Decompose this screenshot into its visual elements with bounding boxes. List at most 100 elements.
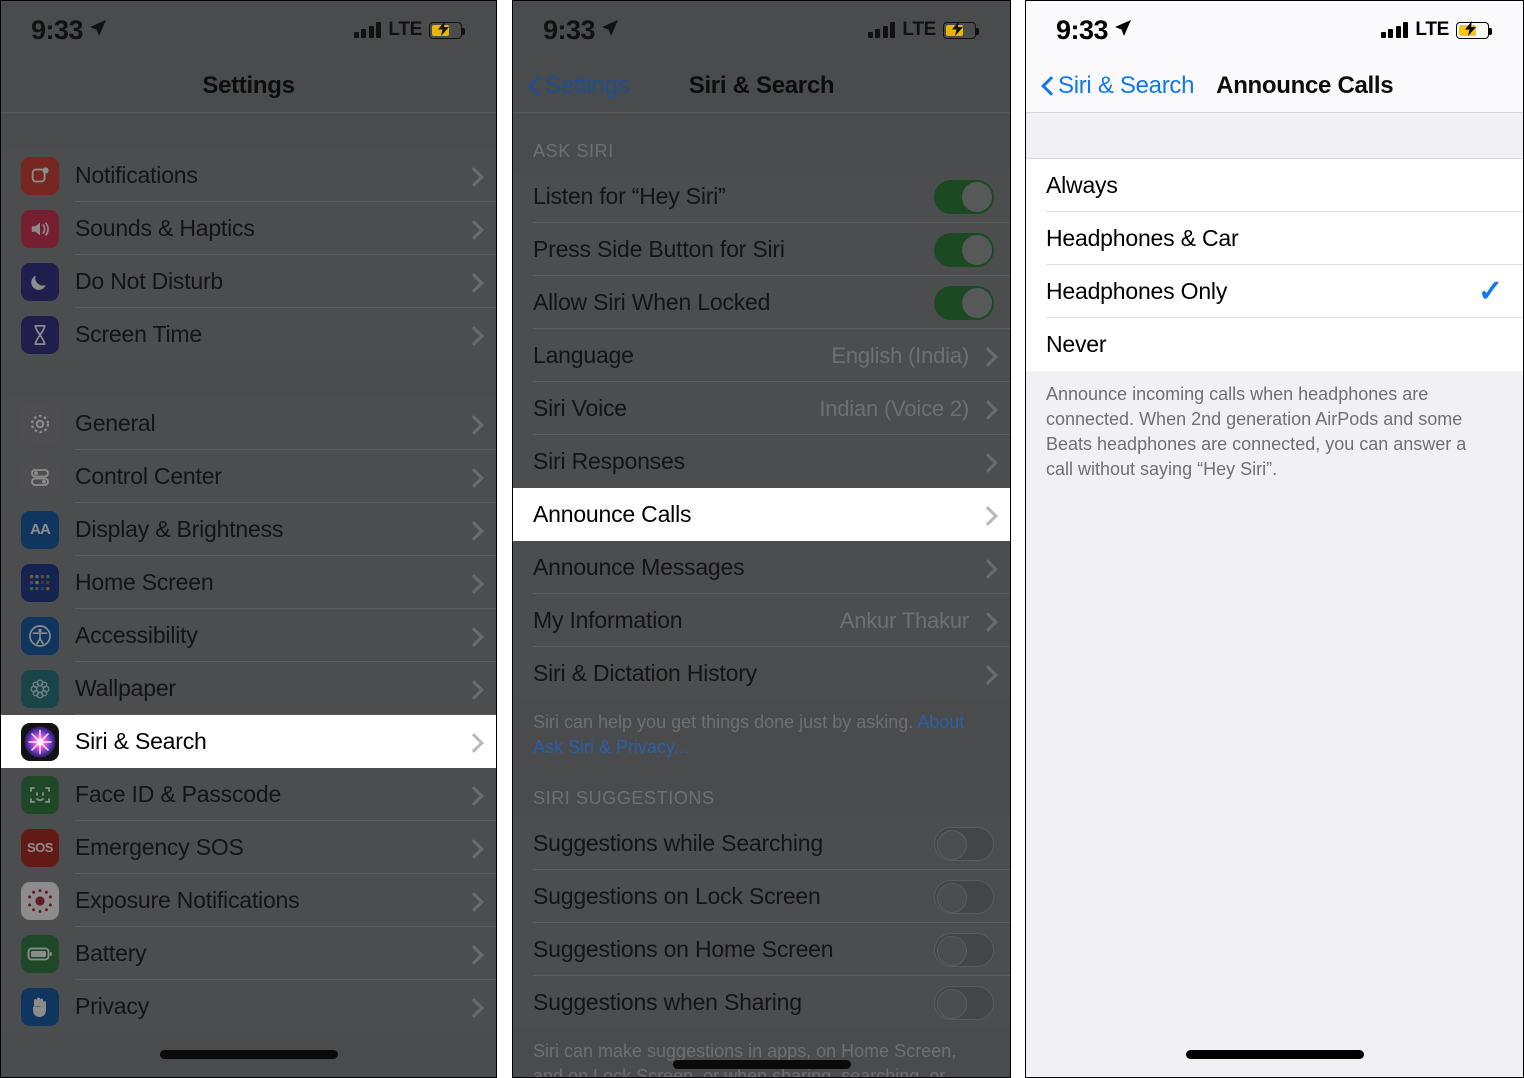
settings-row-control-center[interactable]: Control Center xyxy=(1,450,496,503)
toggle-suggestions-on-home-screen[interactable] xyxy=(934,932,994,967)
chevron-right-icon xyxy=(981,610,994,632)
option-row-headphones-only[interactable]: Headphones Only ✓ xyxy=(1026,265,1523,318)
settings-row-privacy[interactable]: Privacy xyxy=(1,980,496,1033)
row-label: Listen for “Hey Siri” xyxy=(533,183,726,209)
settings-row-general[interactable]: General xyxy=(1,397,496,450)
row-language[interactable]: Language English (India) xyxy=(513,329,1010,382)
settings-row-label: Emergency SOS xyxy=(75,834,244,860)
row-label: Suggestions while Searching xyxy=(533,830,823,856)
chevron-right-icon xyxy=(467,413,480,435)
row-siri-and-dictation-history[interactable]: Siri & Dictation History xyxy=(513,647,1010,700)
row-announce-messages[interactable]: Announce Messages xyxy=(513,541,1010,594)
settings-row-do-not-disturb[interactable]: Do Not Disturb xyxy=(1,255,496,308)
row-suggestions-while-searching[interactable]: Suggestions while Searching xyxy=(513,817,1010,870)
settings-row-exposure-notifications[interactable]: Exposure Notifications xyxy=(1,874,496,927)
chevron-right-icon xyxy=(467,625,480,647)
row-label: Allow Siri When Locked xyxy=(533,289,771,315)
settings-row-accessibility[interactable]: Accessibility xyxy=(1,609,496,662)
home-indicator xyxy=(1185,1050,1364,1059)
toggle-press-side-button-for-siri[interactable] xyxy=(934,232,994,267)
chevron-right-icon xyxy=(467,731,480,753)
row-allow-siri-when-locked[interactable]: Allow Siri When Locked xyxy=(513,276,1010,329)
clock-time: 9:33 xyxy=(1056,14,1109,45)
back-button-settings[interactable]: Settings xyxy=(529,72,630,100)
exposure-notifications-icon xyxy=(21,881,59,920)
nav-bar-panel3: Siri & Search Announce Calls xyxy=(1026,59,1523,113)
chevron-right-icon xyxy=(467,678,480,700)
footnote-siri-suggestions: Siri can make suggestions in apps, on Ho… xyxy=(513,1029,1010,1077)
toggle-suggestions-on-lock-screen[interactable] xyxy=(934,879,994,914)
settings-row-label: Wallpaper xyxy=(75,675,176,701)
row-suggestions-when-sharing[interactable]: Suggestions when Sharing xyxy=(513,976,1010,1029)
chevron-right-icon xyxy=(467,218,480,240)
settings-row-battery[interactable]: Battery xyxy=(1,927,496,980)
settings-row-label: Exposure Notifications xyxy=(75,887,300,913)
siri-icon xyxy=(21,722,59,761)
settings-row-siri-and-search[interactable]: Siri & Search xyxy=(1,715,496,768)
row-announce-calls[interactable]: Announce Calls xyxy=(513,488,1010,541)
battery-charging-icon xyxy=(429,21,465,39)
home-indicator xyxy=(159,1050,338,1059)
row-label: Siri Responses xyxy=(533,448,685,474)
back-button-siri-and-search[interactable]: Siri & Search xyxy=(1042,72,1194,100)
settings-row-label: Screen Time xyxy=(75,321,202,347)
panel-gap-1 xyxy=(497,0,512,1078)
settings-row-wallpaper[interactable]: Wallpaper xyxy=(1,662,496,715)
siri-settings-list[interactable]: ASK SIRI Listen for “Hey Siri” Press Sid… xyxy=(513,113,1010,1077)
clock-time: 9:33 xyxy=(543,14,596,45)
toggle-allow-siri-when-locked[interactable] xyxy=(934,285,994,320)
announce-calls-options-list[interactable]: Always Headphones & Car Headphones Only … xyxy=(1026,113,1523,482)
row-my-information[interactable]: My Information Ankur Thakur xyxy=(513,594,1010,647)
row-siri-voice[interactable]: Siri Voice Indian (Voice 2) xyxy=(513,382,1010,435)
chevron-right-icon xyxy=(981,398,994,420)
battery-charging-icon xyxy=(943,21,979,39)
panel-announce-calls: 9:33 LTE Siri & Search Announce Calls Al… xyxy=(1025,0,1524,1078)
notifications-icon xyxy=(21,156,59,195)
row-suggestions-on-lock-screen[interactable]: Suggestions on Lock Screen xyxy=(513,870,1010,923)
row-listen-for-hey-siri[interactable]: Listen for “Hey Siri” xyxy=(513,170,1010,223)
row-suggestions-on-home-screen[interactable]: Suggestions on Home Screen xyxy=(513,923,1010,976)
settings-row-screen-time[interactable]: Screen Time xyxy=(1,308,496,361)
emergency-sos-icon: SOS xyxy=(21,828,59,867)
option-row-always[interactable]: Always xyxy=(1026,159,1523,212)
nav-row: Siri & Search Announce Calls xyxy=(1042,72,1507,100)
clock-time: 9:33 xyxy=(31,14,84,45)
settings-row-home-screen[interactable]: Home Screen xyxy=(1,556,496,609)
status-bar-right: LTE xyxy=(1380,19,1492,41)
privacy-hand-icon xyxy=(21,987,59,1026)
settings-row-label: Face ID & Passcode xyxy=(75,781,282,807)
status-bar-right: LTE xyxy=(353,19,465,41)
page-title-announce-calls: Announce Calls xyxy=(1216,71,1394,99)
chevron-right-icon xyxy=(467,996,480,1018)
do-not-disturb-moon-icon xyxy=(21,262,59,301)
settings-list[interactable]: Notifications Sounds & Haptics Do Not Di… xyxy=(1,113,496,1077)
screen-time-hourglass-icon xyxy=(21,315,59,354)
option-label: Never xyxy=(1046,331,1107,357)
row-label: Announce Calls xyxy=(533,501,692,527)
settings-row-sounds-haptics[interactable]: Sounds & Haptics xyxy=(1,202,496,255)
charging-bolt-icon xyxy=(437,21,450,39)
row-press-side-button-for-siri[interactable]: Press Side Button for Siri xyxy=(513,223,1010,276)
checkmark-icon: ✓ xyxy=(1477,274,1503,308)
status-bar-right: LTE xyxy=(867,19,979,41)
settings-row-display-brightness[interactable]: AA Display & Brightness xyxy=(1,503,496,556)
settings-row-label: Siri & Search xyxy=(75,728,207,754)
toggle-listen-for-hey-siri[interactable] xyxy=(934,179,994,214)
settings-row-face-id-passcode[interactable]: Face ID & Passcode xyxy=(1,768,496,821)
toggle-suggestions-while-searching[interactable] xyxy=(934,826,994,861)
toggle-suggestions-when-sharing[interactable] xyxy=(934,985,994,1020)
back-button-label: Siri & Search xyxy=(1058,71,1195,99)
sounds-haptics-icon xyxy=(21,209,59,248)
settings-row-label: Privacy xyxy=(75,993,150,1019)
row-siri-responses[interactable]: Siri Responses xyxy=(513,435,1010,488)
settings-row-emergency-sos[interactable]: SOS Emergency SOS xyxy=(1,821,496,874)
option-row-headphones-and-car[interactable]: Headphones & Car xyxy=(1026,212,1523,265)
home-screen-grid-icon xyxy=(21,563,59,602)
option-label: Headphones Only xyxy=(1046,278,1228,304)
settings-row-notifications[interactable]: Notifications xyxy=(1,149,496,202)
option-row-never[interactable]: Never xyxy=(1026,318,1523,371)
row-value: Ankur Thakur xyxy=(839,607,969,633)
row-label: Suggestions on Lock Screen xyxy=(533,883,821,909)
status-bar-panel2: 9:33 LTE xyxy=(513,1,1010,59)
section-header-siri-suggestions: SIRI SUGGESTIONS xyxy=(513,780,1010,817)
